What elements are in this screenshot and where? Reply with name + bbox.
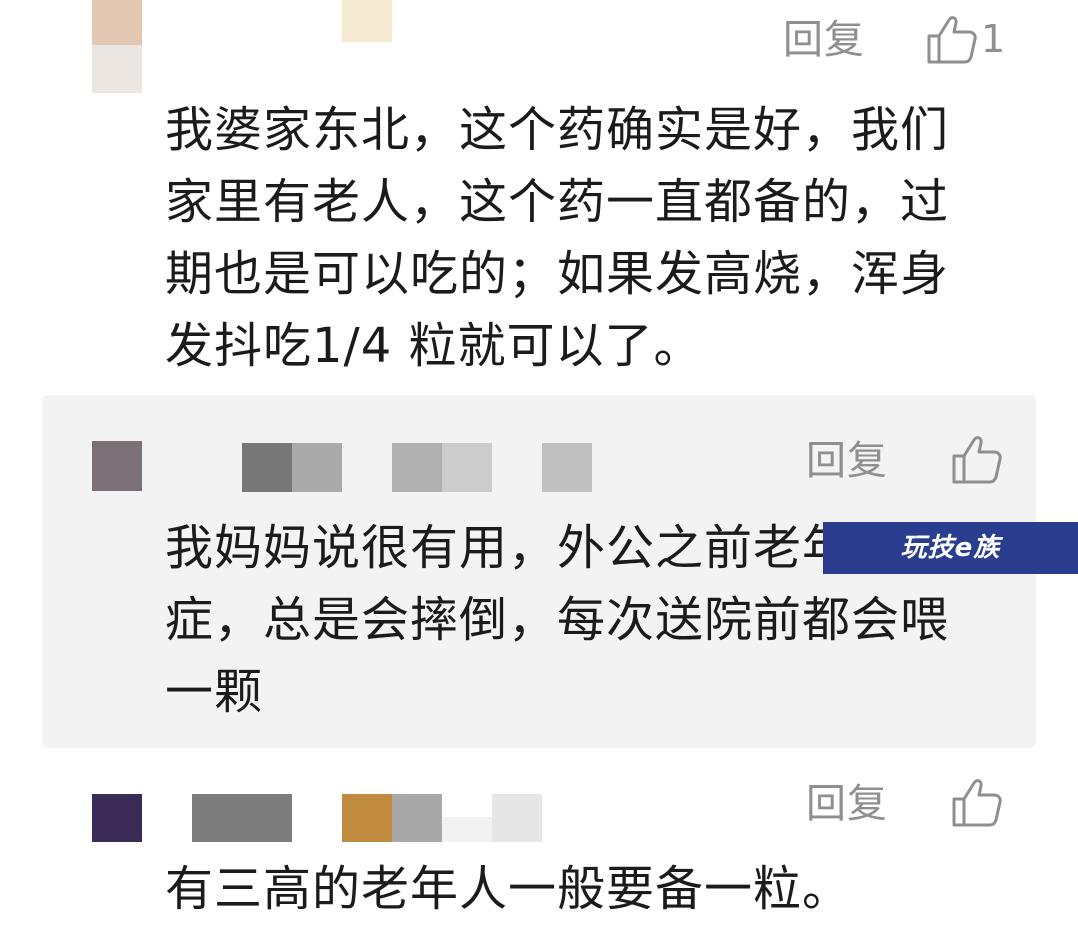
comment-thread: 回复 1 我婆家东北，这个药确实是好，我们 家里有老人，这个药一直都备的，过 期…	[0, 0, 1078, 943]
like-button[interactable]	[950, 432, 1006, 486]
thumbs-up-icon	[952, 436, 1002, 484]
username-pixel	[392, 443, 442, 492]
like-count: 1	[981, 17, 1006, 61]
username-pixel	[342, 794, 392, 842]
reply-button[interactable]: 回复	[806, 780, 888, 828]
username-pixel	[392, 794, 442, 842]
like-button[interactable]	[950, 775, 1006, 829]
username-pixel	[192, 794, 292, 842]
comment-3-text: 有三高的老年人一般要备一粒。	[165, 861, 852, 917]
like-button[interactable]: 1	[925, 12, 1005, 66]
username-pixel	[442, 443, 492, 492]
thumbs-up-icon	[927, 16, 977, 64]
comment-1-username[interactable]	[342, 0, 392, 42]
username-pixel	[542, 443, 592, 492]
comment-3-avatar[interactable]	[92, 794, 142, 842]
username-pixel	[442, 817, 492, 842]
username-pixel	[242, 443, 292, 492]
thumbs-up-icon	[952, 779, 1002, 827]
username-pixel	[292, 443, 342, 492]
reply-button[interactable]: 回复	[806, 437, 888, 485]
reply-button[interactable]: 回复	[783, 16, 865, 64]
avatar-pixel	[92, 0, 142, 45]
username-pixel	[492, 794, 542, 842]
comment-1-text: 我婆家东北，这个药确实是好，我们 家里有老人，这个药一直都备的，过 期也是可以吃…	[165, 102, 950, 374]
comment-2-avatar[interactable]	[92, 441, 142, 491]
avatar-pixel	[92, 45, 142, 93]
watermark-logo: 玩技e族	[823, 522, 1078, 574]
